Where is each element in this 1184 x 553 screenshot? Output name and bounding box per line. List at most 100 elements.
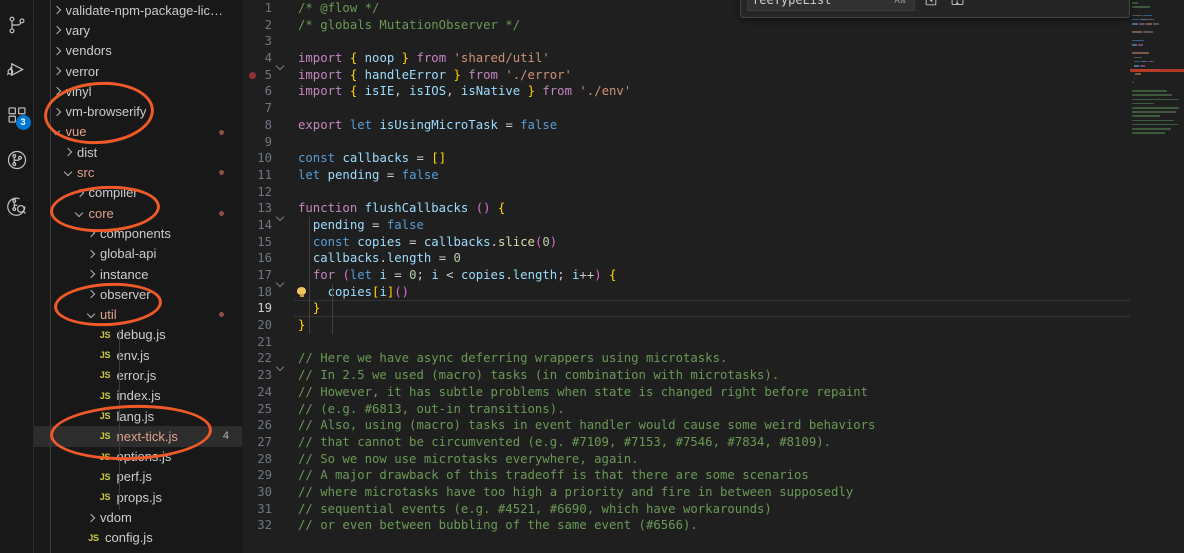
tree-folder[interactable]: vm-browserify	[34, 101, 242, 121]
match-case-icon[interactable]: Aa	[890, 0, 910, 9]
run-and-debug-icon[interactable]	[0, 47, 34, 92]
code-line[interactable]: 14 pending = false	[242, 217, 1130, 234]
find-widget[interactable]: feeTypeList Aa	[740, 0, 1130, 18]
minimap-line	[1147, 19, 1154, 21]
tree-file[interactable]: JSprops.js	[34, 487, 242, 507]
code-line[interactable]: 5import { handleError } from './error'	[242, 67, 1130, 84]
tree-folder[interactable]: instance	[34, 264, 242, 284]
tree-folder[interactable]: vendors	[34, 41, 242, 61]
tree-folder[interactable]: validate-npm-package-licen...	[34, 0, 242, 20]
modified-indicator-dot	[219, 130, 224, 135]
code-line[interactable]: 9	[242, 134, 1130, 151]
code-line[interactable]: 23// In 2.5 we used (macro) tasks (in co…	[242, 367, 1130, 384]
chevron-right-icon[interactable]	[86, 512, 97, 523]
code-line[interactable]: 2/* globals MutationObserver */	[242, 17, 1130, 34]
tree-file[interactable]: JSindex.js	[34, 548, 242, 553]
tree-folder[interactable]: vary	[34, 20, 242, 40]
code-line[interactable]: 13function flushCallbacks () {	[242, 200, 1130, 217]
code-line[interactable]: 7	[242, 100, 1130, 117]
line-number: 2	[242, 17, 274, 34]
chevron-right-icon[interactable]	[52, 25, 63, 36]
tree-folder[interactable]: global-api	[34, 244, 242, 264]
tree-folder[interactable]: verror	[34, 61, 242, 81]
tree-file[interactable]: JSindex.js	[34, 386, 242, 406]
chevron-right-icon[interactable]	[86, 269, 97, 280]
tree-folder[interactable]: observer	[34, 284, 242, 304]
code-line[interactable]: 10const callbacks = []	[242, 150, 1130, 167]
code-line[interactable]: 4import { noop } from 'shared/util'	[242, 50, 1130, 67]
code-line[interactable]: 19 }	[242, 300, 1130, 317]
gitlens-inspect-icon[interactable]	[0, 182, 34, 227]
tree-file[interactable]: JSoptions.js	[34, 447, 242, 467]
code-line[interactable]: 28// So we now use microtasks everywhere…	[242, 451, 1130, 468]
code-line[interactable]: 6import { isIE, isIOS, isNative } from '…	[242, 83, 1130, 100]
code-line[interactable]: 24// However, it has subtle problems whe…	[242, 384, 1130, 401]
code-line[interactable]: 31// sequential events (e.g. #4521, #669…	[242, 501, 1130, 518]
chevron-down-icon[interactable]	[52, 126, 63, 137]
source-control-icon[interactable]	[0, 2, 34, 47]
tree-folder[interactable]: components	[34, 223, 242, 243]
tree-folder[interactable]: vdom	[34, 507, 242, 527]
tree-file[interactable]: JSnext-tick.js4	[34, 426, 242, 446]
tree-folder[interactable]: vinyl	[34, 81, 242, 101]
tree-folder[interactable]: src	[34, 162, 242, 182]
chevron-right-icon[interactable]	[75, 187, 86, 198]
code-line[interactable]: 22// Here we have async deferring wrappe…	[242, 350, 1130, 367]
tree-file[interactable]: JSlang.js	[34, 406, 242, 426]
tree-file[interactable]: JSenv.js	[34, 345, 242, 365]
minimap-line	[1141, 61, 1147, 63]
chevron-right-icon[interactable]	[52, 45, 63, 56]
find-selection-icon[interactable]	[921, 0, 941, 10]
tree-folder[interactable]: dist	[34, 142, 242, 162]
chevron-right-icon[interactable]	[86, 289, 97, 300]
tree-file[interactable]: JSconfig.js	[34, 528, 242, 548]
chevron-down-icon[interactable]	[86, 309, 97, 320]
chevron-right-icon[interactable]	[63, 147, 74, 158]
tree-file[interactable]: JSperf.js	[34, 467, 242, 487]
chevron-right-icon[interactable]	[86, 248, 97, 259]
code-line[interactable]: 27// that cannot be circumvented (e.g. #…	[242, 434, 1130, 451]
minimap-line	[1132, 82, 1134, 84]
tree-folder[interactable]: vue	[34, 122, 242, 142]
minimap-line	[1139, 23, 1145, 25]
gitlens-icon[interactable]	[0, 137, 34, 182]
code-line[interactable]: 25// (e.g. #6813, out-in transitions).	[242, 401, 1130, 418]
code-line[interactable]: 29// A major drawback of this tradeoff i…	[242, 467, 1130, 484]
code-line[interactable]: 20}	[242, 317, 1130, 334]
code-line[interactable]: 8export let isUsingMicroTask = false	[242, 117, 1130, 134]
tree-file[interactable]: JSerror.js	[34, 365, 242, 385]
code-line[interactable]: 11let pending = false	[242, 167, 1130, 184]
tree-folder[interactable]: compiler	[34, 183, 242, 203]
chevron-right-icon[interactable]	[52, 86, 63, 97]
explorer-file-tree[interactable]: validate-npm-package-licen...varyvendors…	[34, 0, 242, 553]
tree-folder[interactable]: core	[34, 203, 242, 223]
code-line[interactable]: 15 const copies = callbacks.slice(0)	[242, 234, 1130, 251]
chevron-right-icon[interactable]	[52, 5, 63, 16]
chevron-right-icon[interactable]	[52, 66, 63, 77]
extensions-icon[interactable]: 3	[0, 92, 34, 137]
line-number: 13	[242, 200, 274, 217]
indent-guide	[50, 0, 51, 553]
code-line[interactable]: 30// where microtasks have too high a pr…	[242, 484, 1130, 501]
code-line[interactable]: 16 callbacks.length = 0	[242, 250, 1130, 267]
code-content[interactable]: 1/* @flow */2/* globals MutationObserver…	[242, 0, 1130, 553]
code-line[interactable]: 17 for (let i = 0; i < copies.length; i+…	[242, 267, 1130, 284]
code-line[interactable]: 26// Also, using (macro) tasks in event …	[242, 417, 1130, 434]
minimap[interactable]	[1130, 0, 1184, 553]
find-input[interactable]: feeTypeList Aa	[747, 0, 915, 11]
quick-fix-lightbulb-icon[interactable]	[297, 287, 306, 298]
tree-item-label: compiler	[89, 185, 138, 200]
chevron-down-icon[interactable]	[75, 208, 86, 219]
code-line[interactable]: 32// or even between bubbling of the sam…	[242, 517, 1130, 534]
code-line[interactable]: 3	[242, 33, 1130, 50]
find-history-icon[interactable]	[947, 0, 967, 10]
tree-file[interactable]: JSdebug.js	[34, 325, 242, 345]
code-line[interactable]: 18 copies[i]()	[242, 284, 1130, 301]
code-line[interactable]: 21	[242, 334, 1130, 351]
code-line[interactable]: 12	[242, 184, 1130, 201]
tree-folder[interactable]: util	[34, 304, 242, 324]
chevron-right-icon[interactable]	[86, 228, 97, 239]
chevron-down-icon[interactable]	[63, 167, 74, 178]
line-number: 30	[242, 484, 274, 501]
chevron-right-icon[interactable]	[52, 106, 63, 117]
